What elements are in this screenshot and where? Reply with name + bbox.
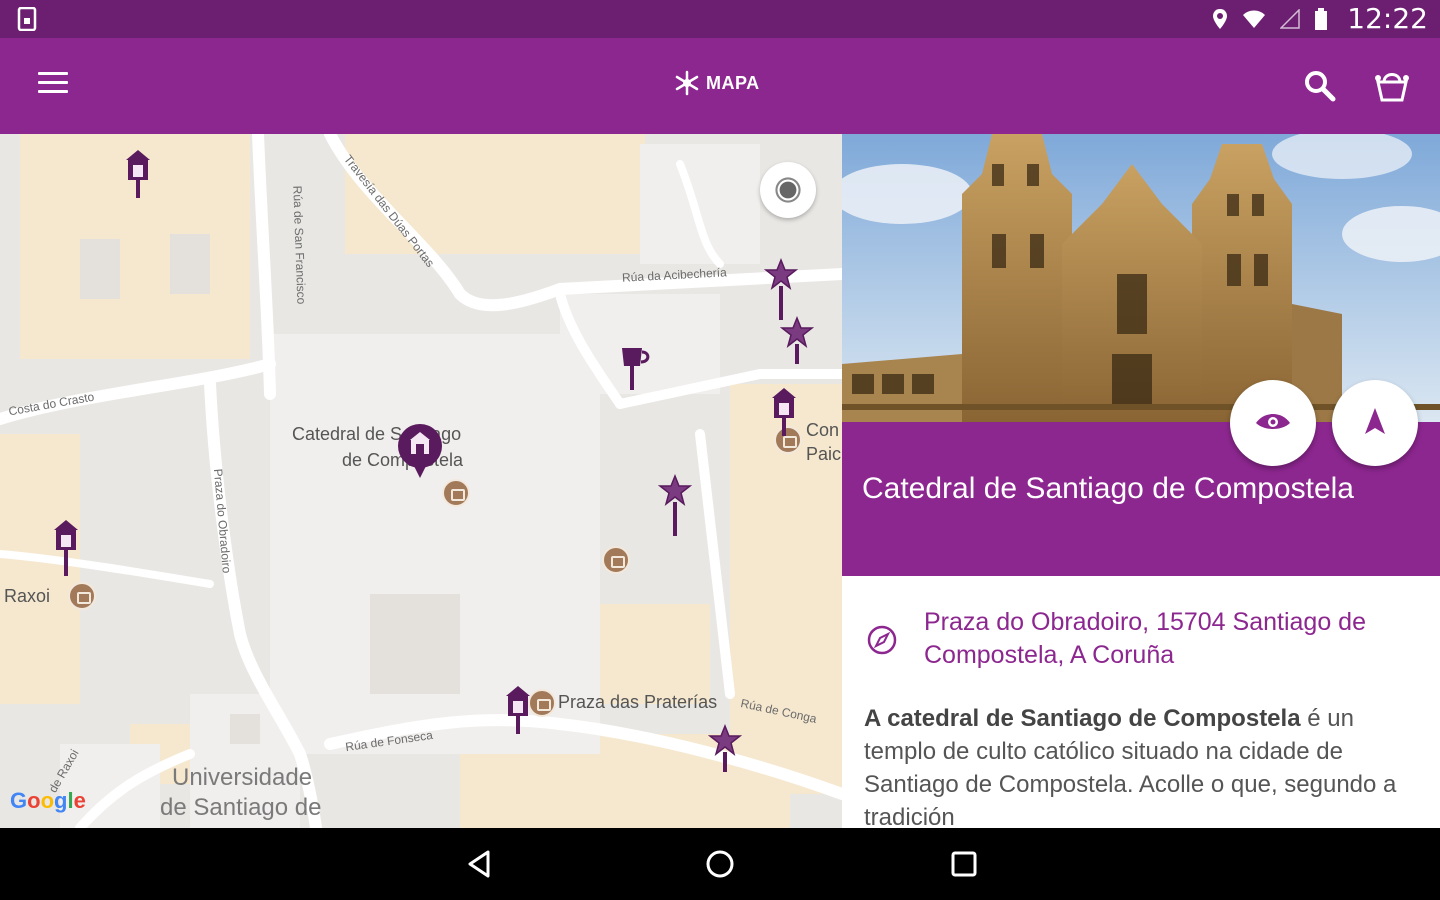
place-title: Catedral de Santiago de Compostela [862, 472, 1354, 505]
monument-pin[interactable] [502, 684, 534, 736]
place-label-universidade: Universidade [172, 764, 313, 791]
poi-marker[interactable] [442, 479, 470, 507]
sim-card-icon [17, 7, 37, 31]
recents-button[interactable] [944, 846, 984, 882]
place-label-universidade-2: de Santiago de [160, 794, 322, 821]
navigate-button[interactable] [1332, 380, 1418, 466]
map-view[interactable]: Rúa de San Francisco Travesía das Dúas P… [0, 134, 842, 828]
location-icon [1213, 9, 1227, 29]
description-bold: A catedral de Santiago de Compostela [864, 705, 1301, 732]
cathedral-photo [842, 134, 1440, 422]
my-location-button[interactable] [760, 162, 816, 218]
place-label-raxoi: Raxoi [4, 586, 51, 606]
cafe-pin[interactable] [618, 340, 650, 392]
basket-icon [1375, 73, 1409, 102]
place-label-con-2: Paic [806, 444, 842, 464]
back-button[interactable] [462, 846, 502, 882]
asterisk-logo-icon [675, 70, 699, 96]
place-description: A catedral de Santiago de Compostela é u… [864, 702, 1424, 828]
star-pin[interactable] [764, 258, 798, 322]
place-address[interactable]: Praza do Obradoiro, 15704 Santiago de Co… [924, 606, 1424, 672]
search-icon [1305, 71, 1336, 102]
poi-marker[interactable] [602, 546, 630, 574]
monument-pin[interactable] [122, 148, 154, 200]
back-icon [468, 850, 490, 878]
home-icon [706, 850, 734, 878]
app-title: MAPA [674, 70, 760, 96]
status-bar: 12:22 [0, 0, 1440, 38]
star-pin[interactable] [658, 474, 692, 538]
signal-icon [1280, 9, 1300, 29]
menu-button[interactable] [38, 72, 74, 100]
eye-icon [1256, 414, 1290, 429]
system-icons [1212, 8, 1328, 30]
view-button[interactable] [1230, 380, 1316, 466]
place-label-con: Con [806, 420, 840, 440]
star-pin[interactable] [780, 316, 814, 366]
basket-button[interactable] [1372, 68, 1412, 104]
selected-cathedral-pin[interactable] [396, 424, 444, 480]
monument-pin[interactable] [768, 386, 800, 438]
search-button[interactable] [1302, 68, 1338, 104]
address-row[interactable]: Praza do Obradoiro, 15704 Santiago de Co… [842, 594, 1440, 674]
clock: 12:22 [1347, 2, 1428, 35]
app-bar: MAPA [0, 38, 1440, 134]
star-pin[interactable] [708, 724, 742, 774]
recents-icon [951, 851, 977, 877]
home-button[interactable] [700, 846, 740, 882]
compass-icon [867, 625, 897, 655]
battery-icon [1315, 8, 1327, 30]
place-detail-panel: Catedral de Santiago de Compostela Praza… [842, 134, 1440, 828]
menu-icon [38, 72, 68, 75]
page-title: MAPA [706, 72, 760, 93]
monument-pin[interactable] [50, 518, 82, 578]
google-attribution: Google [10, 788, 86, 813]
poi-marker[interactable] [68, 582, 96, 610]
navigation-arrow-icon [1365, 408, 1385, 434]
wifi-icon [1243, 10, 1265, 28]
place-label-praterias: Praza das Praterías [558, 692, 718, 712]
system-nav-bar [0, 828, 1440, 900]
